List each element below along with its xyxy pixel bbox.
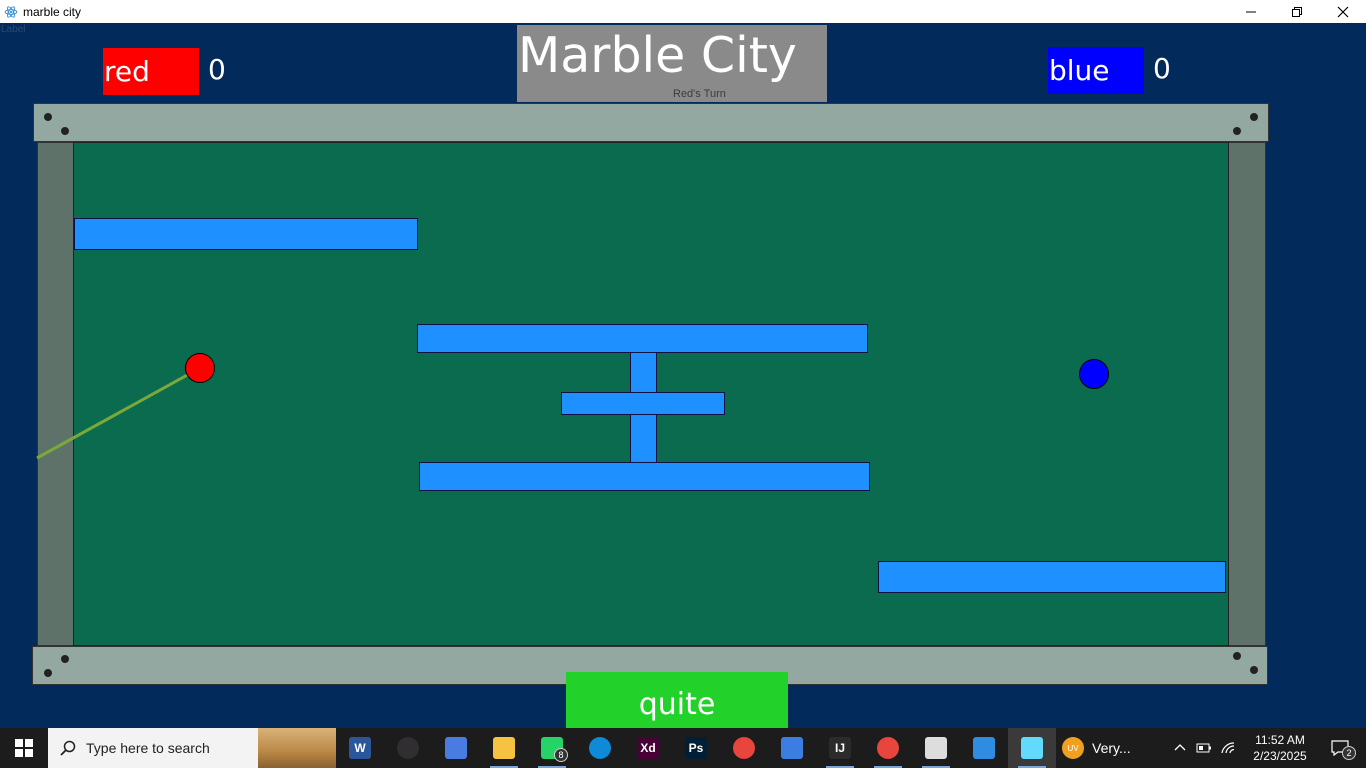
rail-bolt [1250, 113, 1258, 121]
taskbar-app-button[interactable] [384, 728, 432, 768]
board-left-cushion [37, 142, 74, 646]
restore-icon [1292, 6, 1302, 17]
taskbar-clock[interactable]: 11:52 AM 2/23/2025 [1246, 732, 1314, 764]
start-button[interactable] [0, 728, 48, 768]
tray-overflow-button[interactable] [1168, 728, 1192, 768]
window-titlebar: marble city [0, 0, 1366, 23]
react-app-icon [4, 5, 18, 19]
windows-logo-icon [15, 739, 33, 757]
blue-marble[interactable] [1079, 359, 1109, 389]
minimize-icon [1246, 11, 1256, 12]
wall-center-bottom [419, 462, 870, 491]
chevron-up-icon [1174, 744, 1186, 751]
window-controls [1228, 0, 1366, 23]
word-icon: W [349, 737, 371, 759]
wifi-button[interactable] [1216, 728, 1240, 768]
wall-center-top [417, 324, 868, 353]
close-icon [1337, 6, 1349, 17]
notification-count: 2 [1342, 746, 1356, 760]
rail-bolt [61, 655, 69, 663]
xd-icon: Xd [637, 737, 659, 759]
game-title: Marble City [518, 27, 797, 84]
maps-icon [973, 737, 995, 759]
system-tray [1168, 728, 1240, 768]
wall-center-middle [561, 392, 725, 415]
taskbar-app-button[interactable]: Xd [624, 728, 672, 768]
taskbar-app-button[interactable] [768, 728, 816, 768]
ghost-label: Label [1, 24, 26, 35]
pinned-apps: W 8 Xd Ps IJ [336, 728, 1056, 768]
store-icon [781, 737, 803, 759]
battery-button[interactable] [1192, 728, 1216, 768]
board-right-cushion [1228, 142, 1266, 646]
clock-date: 2/23/2025 [1253, 749, 1307, 763]
clock-time: 11:52 AM [1255, 733, 1305, 747]
wall-center-post-lower [630, 414, 657, 464]
minimize-button[interactable] [1228, 0, 1274, 23]
quit-button[interactable]: quite [566, 672, 788, 728]
red-marble[interactable] [185, 353, 215, 383]
turn-indicator: Red's Turn [673, 88, 726, 100]
blue-player-score: 0 [1153, 52, 1171, 85]
weather-text: Very... [1092, 740, 1131, 756]
rail-bolt [61, 127, 69, 135]
photoshop-icon: Ps [685, 737, 707, 759]
edge-icon [589, 737, 611, 759]
wall-top-left [74, 218, 418, 250]
weather-widget[interactable]: UV Very... [1062, 737, 1162, 759]
game-header: Marble City Red's Turn [517, 25, 827, 102]
taskbar-app-button[interactable] [864, 728, 912, 768]
notification-center-button[interactable]: 2 [1322, 728, 1358, 768]
blue-player-badge: blue [1048, 47, 1144, 94]
taskbar-app-button[interactable]: W [336, 728, 384, 768]
intellij-icon: IJ [829, 737, 851, 759]
taskbar-app-button[interactable] [912, 728, 960, 768]
wall-bottom-right [878, 561, 1226, 593]
obs-icon [397, 737, 419, 759]
red-player-score: 0 [208, 53, 226, 86]
photos-icon [925, 737, 947, 759]
taskbar-app-button[interactable]: 8 [528, 728, 576, 768]
rail-bolt [44, 113, 52, 121]
windows-taskbar: Type here to search W 8 Xd Ps IJ UV Very... … [0, 728, 1366, 768]
taskbar-app-button[interactable] [480, 728, 528, 768]
file-explorer-icon [493, 737, 515, 759]
restore-button[interactable] [1274, 0, 1320, 23]
taskbar-app-button[interactable]: IJ [816, 728, 864, 768]
react-app-icon [1021, 737, 1043, 759]
rail-bolt [1250, 666, 1258, 674]
app-badge-count: 8 [554, 748, 568, 762]
rail-bolt [1233, 127, 1241, 135]
taskbar-app-button[interactable] [960, 728, 1008, 768]
uv-badge: UV [1062, 737, 1084, 759]
search-icon [60, 740, 76, 756]
taskbar-app-button[interactable] [576, 728, 624, 768]
battery-icon [1196, 743, 1211, 753]
rail-bolt [44, 669, 52, 677]
board-top-rail [33, 103, 1269, 142]
red-player-badge: red [103, 48, 199, 95]
rail-bolt [1233, 652, 1241, 660]
window-title: marble city [23, 4, 82, 19]
search-placeholder: Type here to search [86, 740, 210, 756]
wall-center-post-upper [630, 352, 657, 394]
wifi-icon [1221, 742, 1235, 754]
taskbar-search[interactable]: Type here to search [48, 728, 336, 768]
copilot-icon [445, 737, 467, 759]
search-highlight-image [258, 728, 336, 768]
taskbar-app-button[interactable] [1008, 728, 1056, 768]
chrome-profile-icon [877, 737, 899, 759]
taskbar-app-button[interactable] [432, 728, 480, 768]
taskbar-app-button[interactable] [720, 728, 768, 768]
chrome-icon [733, 737, 755, 759]
close-button[interactable] [1320, 0, 1366, 23]
taskbar-app-button[interactable]: Ps [672, 728, 720, 768]
